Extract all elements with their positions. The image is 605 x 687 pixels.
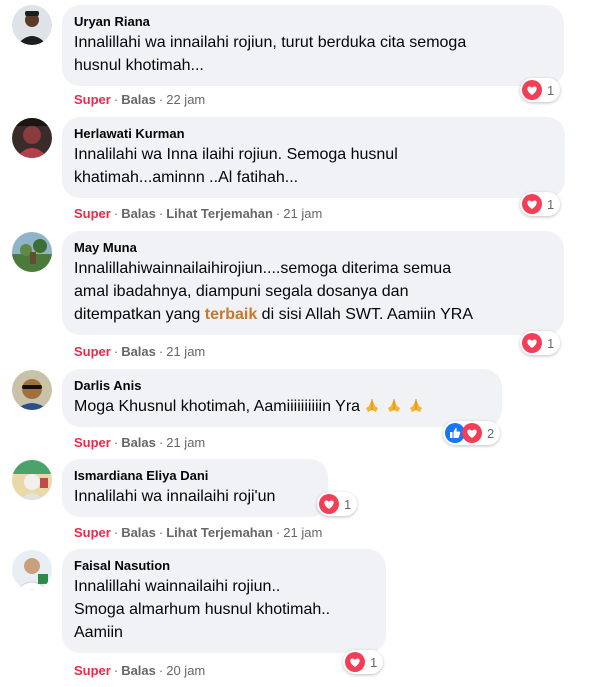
reaction-summary[interactable]: 1 bbox=[317, 492, 358, 516]
comment-author[interactable]: Ismardiana Eliya Dani bbox=[74, 467, 316, 484]
comment-timestamp[interactable]: 21 jam bbox=[283, 206, 322, 221]
heart-react-icon bbox=[522, 194, 542, 214]
folded-hands-emoji bbox=[366, 399, 379, 412]
comment-author[interactable]: Darlis Anis bbox=[74, 377, 490, 394]
comment-timestamp[interactable]: 20 jam bbox=[166, 663, 205, 678]
see-translation-button[interactable]: Lihat Terjemahan bbox=[166, 525, 273, 540]
avatar[interactable] bbox=[12, 232, 52, 272]
avatar[interactable] bbox=[12, 550, 52, 590]
super-button[interactable]: Super bbox=[74, 435, 111, 450]
comment-bubble: Faisal Nasution Innalillahi wainnailaihi… bbox=[62, 549, 386, 653]
see-translation-button[interactable]: Lihat Terjemahan bbox=[166, 206, 273, 221]
heart-react-icon bbox=[345, 652, 365, 672]
reply-button[interactable]: Balas bbox=[121, 663, 156, 678]
comment-text-part: di sisi Allah SWT. Aamiin YRA bbox=[257, 306, 473, 323]
super-button[interactable]: Super bbox=[74, 525, 111, 540]
avatar[interactable] bbox=[12, 118, 52, 158]
avatar[interactable] bbox=[12, 460, 52, 500]
comment-timestamp[interactable]: 21 jam bbox=[166, 344, 205, 359]
comment-bubble: Ismardiana Eliya Dani Innalilahi wa inna… bbox=[62, 459, 328, 517]
super-button[interactable]: Super bbox=[74, 206, 111, 221]
reaction-summary[interactable]: 1 bbox=[520, 331, 561, 355]
heart-react-icon bbox=[319, 494, 339, 514]
reaction-count: 2 bbox=[487, 425, 495, 441]
comment-author[interactable]: Faisal Nasution bbox=[74, 557, 374, 574]
folded-hands-emoji bbox=[410, 399, 423, 412]
comment-text: Moga Khusnul khotimah, Aamiiiiiiiiiin Yr… bbox=[74, 395, 490, 418]
reaction-count: 1 bbox=[547, 335, 555, 351]
comment-text: Innalilahi wa Inna ilaihi rojiun. Semoga… bbox=[74, 146, 398, 186]
reply-button[interactable]: Balas bbox=[121, 435, 156, 450]
reaction-summary[interactable]: 1 bbox=[343, 650, 384, 674]
comment-timestamp[interactable]: 21 jam bbox=[283, 525, 322, 540]
comment-timestamp[interactable]: 22 jam bbox=[166, 92, 205, 107]
comment-text: Innalillahiwainnailaihirojiun....semoga … bbox=[74, 257, 552, 326]
comment-timestamp[interactable]: 21 jam bbox=[166, 435, 205, 450]
comment-author[interactable]: Uryan Riana bbox=[74, 13, 552, 30]
heart-react-icon bbox=[522, 333, 542, 353]
heart-react-icon bbox=[522, 80, 542, 100]
reply-button[interactable]: Balas bbox=[121, 525, 156, 540]
comment-bubble: Uryan Riana Innalillahi wa innailahi roj… bbox=[62, 5, 564, 86]
reaction-count: 1 bbox=[547, 82, 555, 98]
reaction-count: 1 bbox=[370, 654, 378, 670]
heart-react-icon bbox=[462, 423, 482, 443]
reaction-summary[interactable]: 2 bbox=[443, 421, 501, 445]
comment-text: Innalillahi wainnailaihi rojiun.. Smoga … bbox=[74, 578, 331, 641]
comment-actions: Super · Balas · Lihat Terjemahan · 21 jam bbox=[74, 525, 323, 540]
folded-hands-emoji bbox=[388, 399, 401, 412]
comment-text: Innalillahi wa innailahi rojiun, turut b… bbox=[74, 34, 467, 74]
highlighted-keyword[interactable]: terbaik bbox=[205, 306, 257, 323]
reply-button[interactable]: Balas bbox=[121, 344, 156, 359]
comment-actions: Super · Balas · 20 jam bbox=[74, 663, 206, 678]
super-button[interactable]: Super bbox=[74, 344, 111, 359]
comment-actions: Super · Balas · 21 jam bbox=[74, 435, 206, 450]
comment-actions: Super · Balas · 22 jam bbox=[74, 92, 206, 107]
comment-actions: Super · Balas · Lihat Terjemahan · 21 jam bbox=[74, 206, 323, 221]
reply-button[interactable]: Balas bbox=[121, 92, 156, 107]
reaction-summary[interactable]: 1 bbox=[520, 78, 561, 102]
comment-text: Innalilahi wa innailaihi roji'un bbox=[74, 488, 276, 505]
reaction-count: 1 bbox=[344, 496, 352, 512]
reaction-summary[interactable]: 1 bbox=[520, 192, 561, 216]
avatar[interactable] bbox=[12, 370, 52, 410]
super-button[interactable]: Super bbox=[74, 663, 111, 678]
comment-author[interactable]: Herlawati Kurman bbox=[74, 125, 553, 142]
reaction-count: 1 bbox=[547, 196, 555, 212]
comment-text-part: Moga Khusnul khotimah, Aamiiiiiiiiiin Yr… bbox=[74, 398, 361, 415]
super-button[interactable]: Super bbox=[74, 92, 111, 107]
comment-bubble: Darlis Anis Moga Khusnul khotimah, Aamii… bbox=[62, 369, 502, 427]
comment-bubble: May Muna Innalillahiwainnailaihirojiun..… bbox=[62, 231, 564, 335]
comment-author[interactable]: May Muna bbox=[74, 239, 552, 256]
reply-button[interactable]: Balas bbox=[121, 206, 156, 221]
comment-bubble: Herlawati Kurman Innalilahi wa Inna ilai… bbox=[62, 117, 565, 198]
avatar[interactable] bbox=[12, 5, 52, 45]
comment-actions: Super · Balas · 21 jam bbox=[74, 344, 206, 359]
